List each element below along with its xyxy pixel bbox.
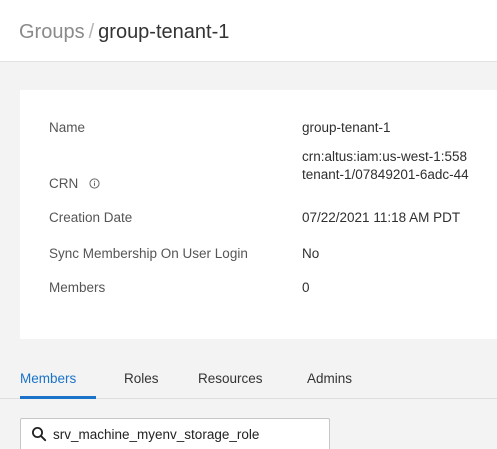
tab-admins[interactable]: Admins [307, 371, 352, 386]
crn-label-wrap: CRN [49, 176, 100, 191]
member-search-box [20, 418, 330, 449]
name-value: group-tenant-1 [302, 120, 391, 135]
page-header: Groups / group-tenant-1 [0, 0, 497, 62]
tab-resources[interactable]: Resources [198, 371, 263, 386]
creation-date-value: 07/22/2021 11:18 AM PDT [302, 210, 461, 225]
members-value: 0 [302, 280, 310, 295]
breadcrumb-current-group: group-tenant-1 [98, 21, 230, 43]
member-search-input[interactable] [53, 424, 323, 444]
name-label: Name [49, 120, 86, 135]
crn-label: CRN [49, 176, 79, 191]
active-tab-indicator [20, 396, 96, 399]
breadcrumb-separator: / [88, 21, 95, 43]
breadcrumb-groups-link[interactable]: Groups [19, 21, 85, 43]
members-label: Members [49, 280, 106, 295]
info-icon[interactable] [89, 178, 100, 189]
group-details-card: Name group-tenant-1 CRN crn:altus:iam:us… [20, 90, 497, 339]
sync-membership-value: No [302, 246, 320, 261]
group-tabs: Members Roles Resources Admins [0, 365, 497, 399]
crn-value-line-1: crn:altus:iam:us-west-1:558 [302, 149, 468, 164]
sync-membership-label: Sync Membership On User Login [49, 246, 248, 261]
search-icon [32, 427, 47, 442]
crn-value: crn:altus:iam:us-west-1:558 tenant-1/078… [302, 148, 469, 184]
breadcrumb: Groups / group-tenant-1 [19, 20, 229, 44]
tab-roles[interactable]: Roles [124, 371, 159, 386]
tab-members[interactable]: Members [20, 371, 76, 386]
creation-date-label: Creation Date [49, 210, 133, 225]
crn-value-line-2: tenant-1/07849201-6adc-44 [302, 167, 469, 182]
